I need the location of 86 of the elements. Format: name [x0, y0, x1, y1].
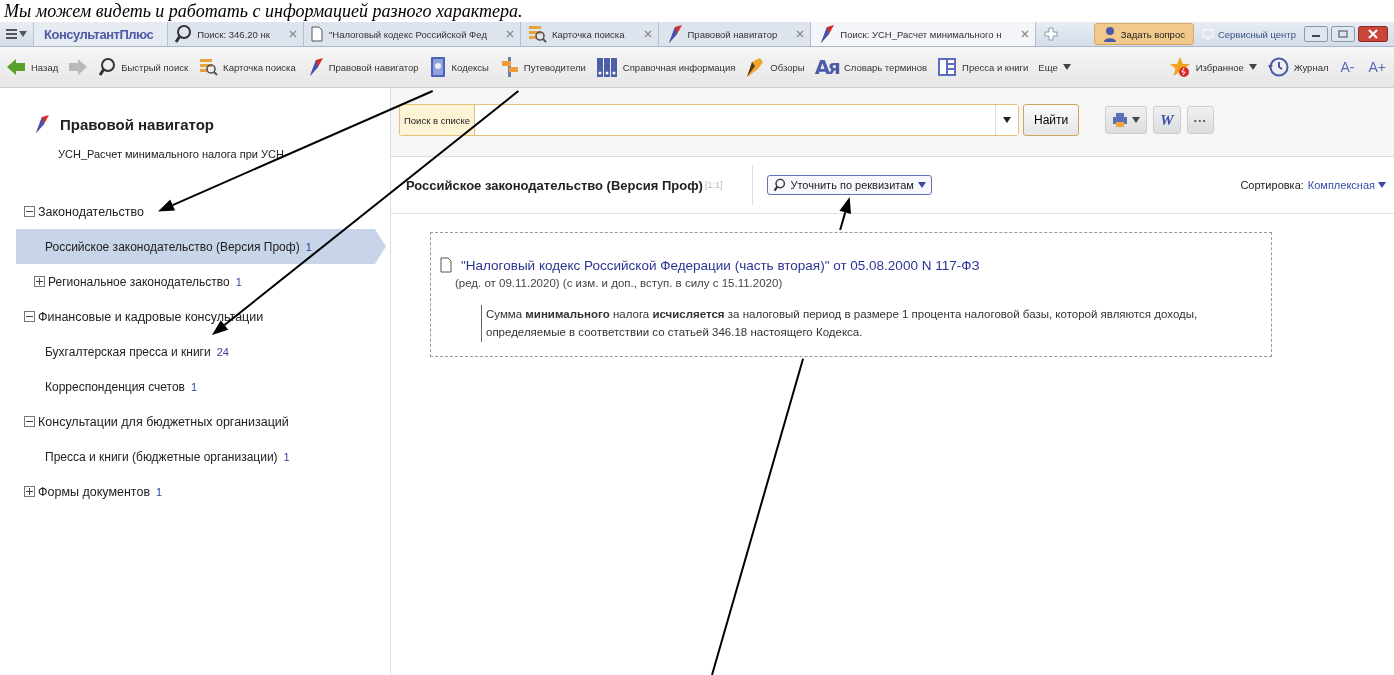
caret-icon — [1378, 182, 1386, 188]
result-counter: [1:1] — [704, 180, 723, 190]
document-link[interactable]: "Налоговый кодекс Российской Федерации (часть вторая)" от 05.08.2000 N 117-ФЗ — [461, 257, 980, 273]
document-icon — [439, 257, 453, 273]
sort-label: Сортировка: — [1240, 179, 1304, 191]
document-count: 1 — [235, 275, 242, 288]
card-search-icon — [198, 57, 219, 77]
toolbar-button[interactable]: Правовой навигатор — [305, 55, 419, 79]
tree-item[interactable]: Законодательство — [38, 204, 144, 219]
clock-icon — [1266, 56, 1289, 78]
collapse-icon[interactable] — [24, 206, 35, 217]
browser-tab[interactable]: Поиск: 346.20 нк — [168, 22, 304, 46]
search-field[interactable]: Поиск в списке — [399, 104, 1019, 136]
print-button[interactable] — [1105, 106, 1148, 134]
toolbar-button[interactable]: Кодексы — [428, 54, 489, 80]
tree-item[interactable]: Российское законодательство (Версия Проф) 1 — [16, 229, 386, 264]
document-count: 24 — [216, 345, 229, 358]
toolbar-button[interactable]: Журнал — [1266, 54, 1329, 80]
pen-nib-icon — [745, 56, 766, 78]
close-icon[interactable] — [1358, 26, 1388, 42]
minimize-icon[interactable] — [1304, 26, 1328, 42]
printer-icon — [1112, 112, 1129, 128]
expand-icon[interactable] — [24, 486, 35, 497]
person-icon — [1102, 26, 1117, 42]
expand-icon[interactable] — [34, 276, 45, 287]
toolbar-button[interactable]: Карточка поиска — [198, 55, 296, 79]
toolbar-button[interactable]: Избранное — [1168, 54, 1257, 80]
caret-icon — [19, 31, 27, 37]
document-edition: (ред. от 09.11.2020) (с изм. и доп., вступ. в силу с 15.11.2020) — [455, 277, 784, 289]
app-logo: КонсультантПлюс — [33, 22, 169, 46]
toolbar-button[interactable]: Еще — [1038, 59, 1071, 75]
toolbar-button[interactable]: Путеводители — [498, 54, 586, 80]
document-count: 1 — [305, 240, 312, 253]
document-excerpt: Сумма минимального налога исчисляется за налоговый период в размере 1 процента налоговой базы, которой являются доходы, определяемые в соответствии со статьей 346.18 настоящего Кодекса. — [481, 305, 1251, 342]
tree-item[interactable]: Пресса и книги (бюджетные организации) — [45, 449, 278, 464]
book-icon — [428, 56, 447, 78]
star-icon — [1168, 56, 1191, 78]
back-arrow-icon[interactable] — [6, 57, 26, 77]
browser-tab[interactable]: "Налоговый кодекс Российской Фед — [303, 22, 521, 46]
toolbar-button[interactable]: Назад — [6, 55, 59, 79]
ask-question-button[interactable]: Задать вопрос — [1093, 23, 1194, 45]
search-icon — [98, 57, 117, 77]
toolbar-button[interactable]: Пресса и книги — [937, 55, 1029, 79]
dictionary-icon: Ая — [814, 55, 839, 79]
tree-item[interactable]: Корреспонденция счетов — [45, 379, 185, 394]
find-button[interactable]: Найти — [1023, 104, 1080, 136]
document-count: 1 — [283, 450, 290, 463]
service-center-button[interactable]: Сервисный центр — [1193, 22, 1304, 46]
search-icon — [174, 24, 193, 44]
toolbar-button[interactable]: Ая Словарь терминов — [814, 53, 928, 81]
document-count: 1 — [156, 485, 163, 498]
tree-item[interactable]: Региональное законодательство — [48, 274, 230, 289]
document-count: 1 — [191, 380, 198, 393]
font-size-button[interactable]: A- — [1338, 57, 1357, 77]
caret-icon — [1003, 117, 1011, 123]
caret-icon — [1248, 64, 1257, 70]
caret-icon — [917, 182, 926, 188]
collapse-icon[interactable] — [24, 311, 35, 322]
collapse-icon[interactable] — [24, 416, 35, 427]
browser-tab[interactable]: Правовой навигатор — [658, 22, 812, 46]
toolbar-button[interactable]: Справочная информация — [595, 54, 736, 80]
sort-dropdown[interactable]: Комплексная — [1307, 179, 1386, 191]
caret-icon — [1062, 64, 1071, 70]
refine-button[interactable]: Уточнить по реквизитам — [767, 175, 932, 195]
document-icon — [309, 26, 324, 42]
newspaper-icon — [937, 57, 958, 77]
tree-item[interactable]: Формы документов — [38, 484, 151, 499]
browser-tab[interactable]: Карточка поиска — [520, 22, 659, 46]
binders-icon — [595, 56, 618, 78]
search-icon — [773, 178, 787, 192]
browser-tab[interactable]: Поиск: УСН_Расчет минимального н — [811, 22, 1036, 46]
font-size-button[interactable]: A+ — [1366, 57, 1388, 77]
list-title: Российское законодательство (Версия Проф) — [406, 177, 703, 193]
dropdown-button[interactable] — [995, 105, 1018, 135]
toolbar-button[interactable]: Быстрый поиск — [98, 55, 189, 79]
tree-item[interactable]: Бухгалтерская пресса и книги — [45, 344, 211, 359]
more-button[interactable]: ··· — [1186, 106, 1214, 134]
toolbar-button[interactable]: Обзоры — [745, 54, 805, 80]
tree-item[interactable]: Консультации для бюджетных организаций — [38, 414, 289, 429]
caret-icon — [1132, 117, 1141, 123]
word-export-button[interactable]: W — [1153, 106, 1181, 134]
panel-title: Правовой навигатор — [60, 115, 214, 133]
card-search-icon — [526, 24, 547, 44]
search-query: УСН_Расчет минимального налога при УСН — [57, 147, 285, 160]
monitor-icon — [1201, 28, 1214, 40]
annotation-arrow — [839, 197, 851, 231]
